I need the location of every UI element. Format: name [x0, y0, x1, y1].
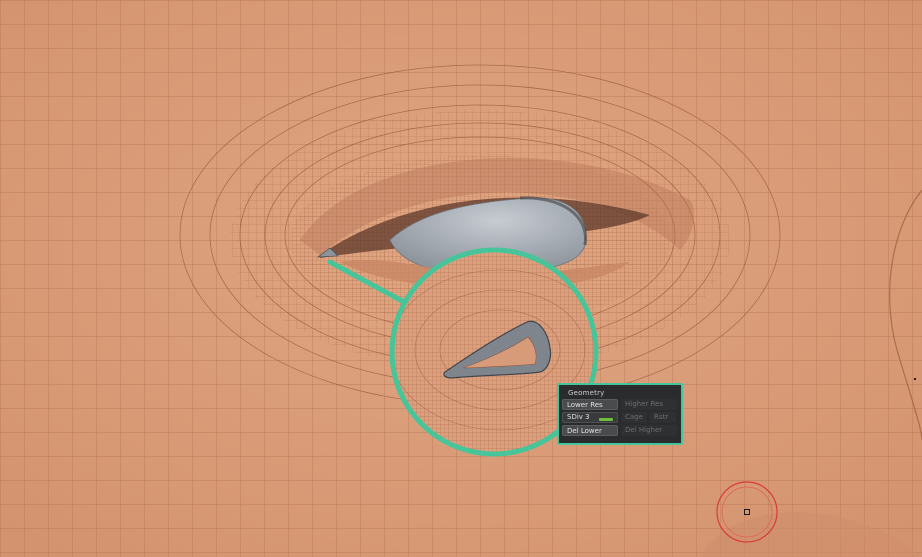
- lower-res-button[interactable]: Lower Res: [562, 399, 618, 410]
- higher-res-button[interactable]: Higher Res: [621, 399, 677, 410]
- sculpt-mesh: [0, 0, 922, 557]
- sdiv-label: SDiv 3: [567, 413, 590, 421]
- edge-marker: [914, 378, 916, 380]
- 3d-viewport[interactable]: [0, 0, 922, 557]
- sdiv-slider[interactable]: SDiv 3: [562, 412, 618, 423]
- del-lower-button[interactable]: Del Lower: [562, 425, 618, 436]
- sdiv-level-indicator: [599, 418, 613, 421]
- cage-button[interactable]: Cage: [621, 412, 647, 423]
- del-higher-button[interactable]: Del Higher: [621, 425, 677, 436]
- geometry-panel: Geometry Lower Res Higher Res SDiv 3 Cag…: [557, 383, 683, 445]
- geometry-panel-title: Geometry: [568, 389, 605, 397]
- rstr-button[interactable]: Rstr: [650, 412, 676, 423]
